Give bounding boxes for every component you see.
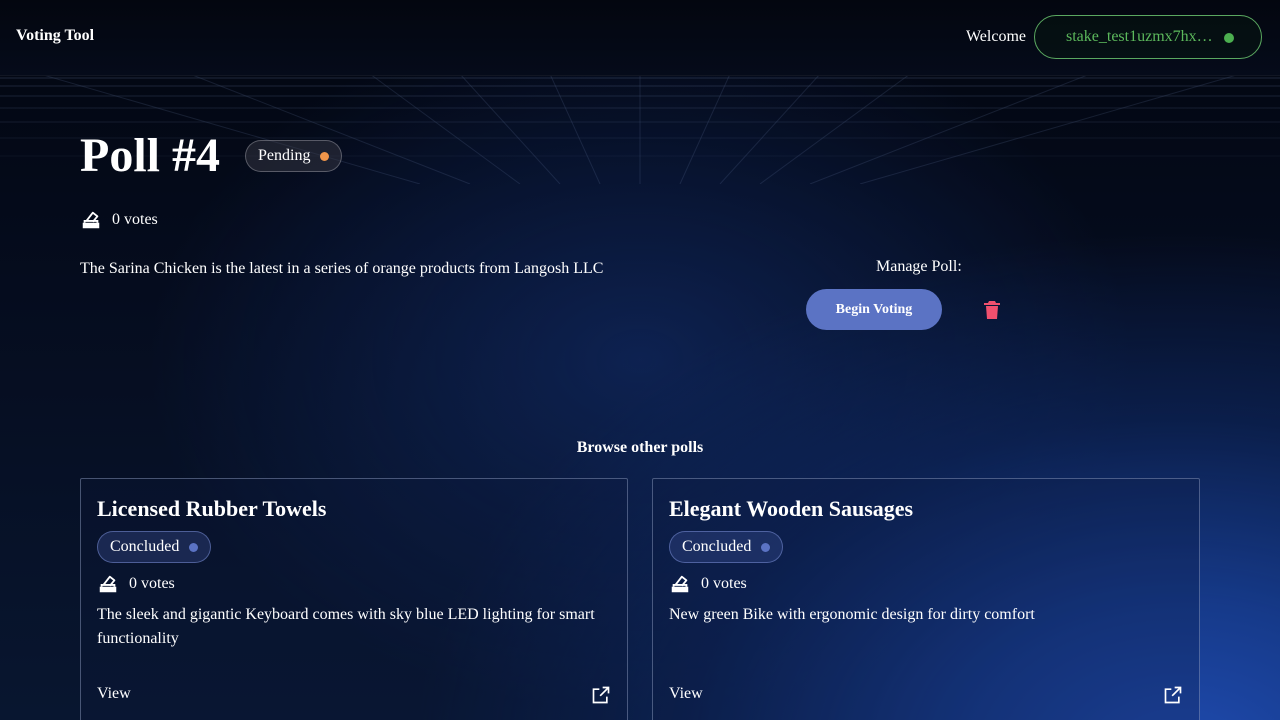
poll-description: The Sarina Chicken is the latest in a se… [80, 260, 604, 277]
status-dot-icon [320, 151, 330, 161]
poll-card-view-link[interactable]: View [97, 685, 131, 703]
poll-card-description: New green Bike with ergonomic design for… [669, 606, 1035, 623]
poll-card: Elegant Wooden Sausages Concluded 0 vote… [652, 478, 1200, 720]
top-bar: Voting Tool Welcome stake_test1uzmx7hx… [0, 0, 1280, 76]
poll-card: Licensed Rubber Towels Concluded 0 votes… [80, 478, 628, 720]
poll-card-votes: 0 votes [97, 573, 175, 595]
poll-card-votes: 0 votes [669, 573, 747, 595]
ballot-box-icon [99, 575, 117, 593]
poll-votes: 0 votes [80, 209, 158, 231]
wallet-button[interactable]: stake_test1uzmx7hx… [1034, 15, 1262, 59]
poll-card-votes-count: 0 votes [129, 575, 175, 592]
browse-polls-heading: Browse other polls [576, 439, 704, 456]
poll-card-status-badge: Concluded [97, 531, 212, 563]
external-link-icon[interactable] [591, 685, 611, 705]
ballot-box-icon [671, 575, 689, 593]
poll-card-votes-count: 0 votes [701, 575, 747, 592]
poll-card-title: Elegant Wooden Sausages [669, 496, 914, 521]
ballot-box-icon [82, 211, 100, 229]
poll-card-description: The sleek and gigantic Keyboard comes wi… [97, 606, 595, 647]
welcome-text: Welcome [965, 28, 1026, 45]
poll-card-title: Licensed Rubber Towels [97, 496, 327, 521]
manage-poll-label: Manage Poll: [876, 258, 962, 275]
status-dot-icon [189, 542, 199, 552]
wallet-connected-indicator [1224, 33, 1234, 43]
poll-title: Poll #4 [80, 129, 220, 182]
poll-status-badge: Pending [245, 140, 343, 172]
wallet-address: stake_test1uzmx7hx… [1066, 28, 1213, 45]
begin-voting-button[interactable]: Begin Voting [806, 289, 942, 330]
app-brand[interactable]: Voting Tool [16, 27, 94, 45]
poll-card-status-label: Concluded [110, 538, 180, 555]
poll-votes-count: 0 votes [112, 211, 158, 228]
trash-icon[interactable] [980, 298, 1004, 322]
poll-card-status-label: Concluded [682, 538, 752, 555]
status-dot-icon [761, 542, 771, 552]
poll-status-label: Pending [258, 147, 311, 164]
poll-card-status-badge: Concluded [669, 531, 784, 563]
poll-card-view-link[interactable]: View [669, 685, 703, 703]
external-link-icon[interactable] [1163, 685, 1183, 705]
